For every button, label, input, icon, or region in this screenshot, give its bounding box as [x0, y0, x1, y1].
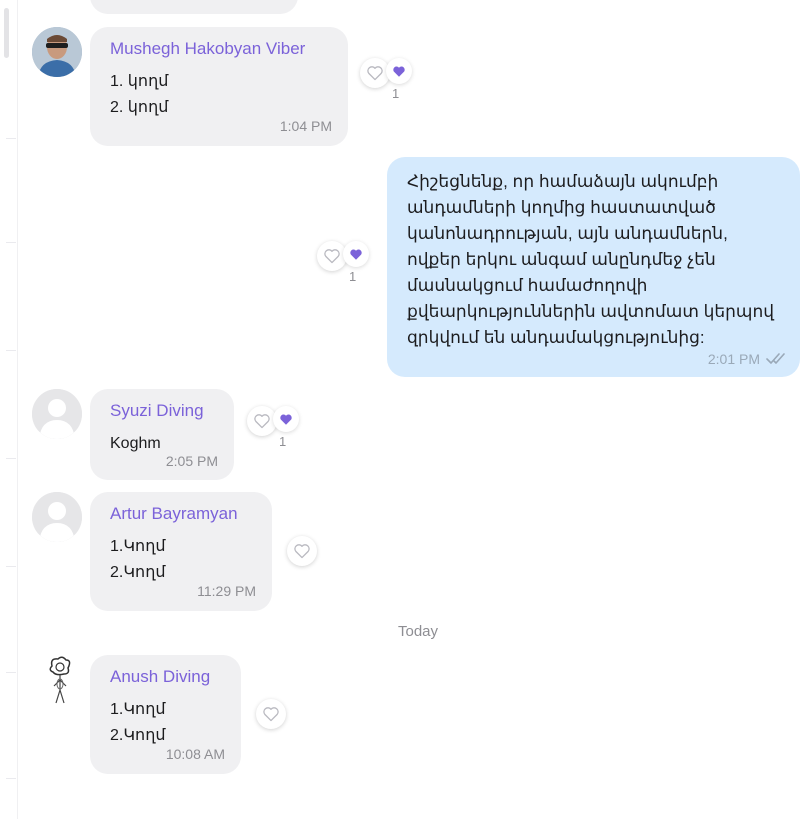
avatar[interactable] — [32, 27, 82, 77]
heart-filled-icon — [393, 66, 405, 77]
message-text: Հիշեցնենք, որ համաձայն ակումբի — [407, 172, 719, 191]
avatar[interactable] — [32, 389, 82, 439]
message-bubble[interactable]: Mushegh Hakobyan Viber 1. կողմ 2. կողմ 1… — [90, 27, 348, 146]
like-summary[interactable]: 1 — [273, 406, 299, 449]
avatar[interactable] — [40, 656, 80, 706]
reaction-area — [256, 699, 286, 729]
timeline-tick — [6, 350, 16, 351]
message-time: 11:29 PM — [197, 583, 256, 599]
like-count: 1 — [279, 434, 287, 449]
heart-outline-icon — [367, 66, 383, 81]
like-button[interactable] — [256, 699, 286, 729]
sender-name[interactable]: Anush Diving — [110, 667, 221, 687]
sender-name[interactable]: Artur Bayramyan — [110, 504, 252, 524]
message-bubble[interactable]: Anush Diving 1.Կողմ 2.Կողմ 10:08 AM — [90, 655, 241, 774]
liked-heart-badge — [386, 58, 412, 84]
message-timestamp: 11:29 PM — [197, 583, 256, 599]
like-button[interactable] — [287, 536, 317, 566]
heart-outline-icon — [294, 544, 310, 559]
timeline-tick — [6, 138, 16, 139]
message-time: 1:04 PM — [279, 118, 332, 134]
message-text: քվեարկություններին ավտոմատ կերպով — [407, 302, 775, 321]
message-timestamp: 1:04 PM — [280, 118, 332, 134]
reaction-area: 1 — [360, 58, 412, 101]
message-text: 1.Կողմ — [110, 538, 166, 555]
message-bubble[interactable]: Artur Bayramyan 1.Կողմ 2.Կողմ 11:29 PM — [90, 492, 272, 611]
default-user-icon — [32, 389, 82, 439]
outgoing-message-bubble[interactable]: Հիշեցնենք, որ համաձայն ակումբի անդամների… — [387, 157, 800, 377]
message-time: 2:01 PM — [707, 351, 760, 367]
timeline-tick — [6, 458, 16, 459]
message-timestamp: 2:05 PM — [166, 453, 218, 469]
heart-filled-icon — [280, 414, 292, 425]
timeline-tick — [6, 778, 16, 779]
previous-message-bubble[interactable] — [90, 0, 298, 14]
message-timestamp: 10:08 AM — [166, 746, 225, 762]
message-text: անդամների կողմից հաստատված — [407, 198, 716, 217]
like-count: 1 — [392, 86, 400, 101]
sender-name[interactable]: Syuzi Diving — [110, 401, 214, 421]
message-bubble[interactable]: Syuzi Diving Koghm 2:05 PM — [90, 389, 234, 480]
heart-outline-icon — [324, 249, 340, 264]
heart-filled-icon — [350, 249, 362, 260]
liked-heart-badge — [343, 241, 369, 267]
like-count: 1 — [349, 269, 357, 284]
sketch-figure-icon — [49, 656, 71, 704]
double-check-icon — [766, 353, 785, 364]
message-text: 1.Կողմ — [110, 701, 166, 718]
message-text: 1. կողմ — [110, 73, 169, 90]
sender-name[interactable]: Mushegh Hakobyan Viber — [110, 39, 328, 59]
avatar[interactable] — [32, 492, 82, 542]
day-separator: Today — [398, 623, 439, 640]
message-time: 10:08 AM — [165, 746, 225, 762]
message-text: ովքեր երկու անգամ անընդմեջ չեն — [407, 250, 716, 269]
timeline-rail — [17, 0, 18, 819]
default-user-icon — [32, 492, 82, 542]
message-time: 2:05 PM — [165, 453, 218, 469]
person-photo-icon — [32, 27, 82, 77]
reaction-area: 1 — [247, 406, 299, 449]
message-text: մասնակցում համաժողովի — [407, 276, 648, 295]
timeline-tick — [6, 242, 16, 243]
message-text: կանոնադրության, այն անդամներն, — [407, 224, 728, 243]
timeline-tick — [6, 672, 16, 673]
scrollbar[interactable] — [4, 8, 9, 58]
like-summary[interactable]: 1 — [386, 58, 412, 101]
liked-heart-badge — [273, 406, 299, 432]
chat-conversation: Mushegh Hakobyan Viber 1. կողմ 2. կողմ 1… — [0, 0, 800, 819]
reaction-area: 1 — [317, 241, 369, 284]
timeline-tick — [6, 566, 16, 567]
like-summary[interactable]: 1 — [343, 241, 369, 284]
heart-outline-icon — [263, 707, 279, 722]
message-timestamp: 2:01 PM — [708, 351, 788, 367]
message-text: զրկվում են անդամակցությունից: — [407, 328, 705, 347]
heart-outline-icon — [254, 414, 270, 429]
reaction-area — [287, 536, 317, 566]
